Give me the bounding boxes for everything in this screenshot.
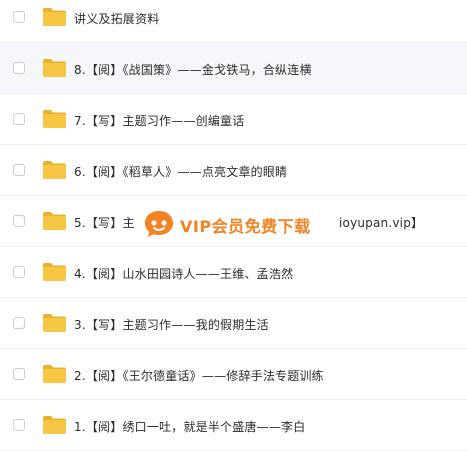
folder-icon bbox=[42, 364, 67, 384]
file-name[interactable]: 4.【阅】山水田园诗人——王维、孟浩然 bbox=[74, 265, 293, 282]
file-name[interactable]: 讲义及拓展资料 bbox=[74, 10, 159, 27]
list-item[interactable]: 1.【阅】绣口一吐，就是半个盛唐——李白 bbox=[0, 400, 467, 451]
file-name[interactable]: 1.【阅】绣口一吐，就是半个盛唐——李白 bbox=[74, 418, 305, 435]
list-item[interactable]: 7.【写】主题习作——创编童话 bbox=[0, 94, 467, 145]
folder-icon bbox=[42, 58, 67, 78]
row-checkbox[interactable] bbox=[13, 62, 25, 74]
list-item[interactable]: 3.【写】主题习作——我的假期生活 bbox=[0, 298, 467, 349]
file-name-suffix[interactable]: ioyupan.vip】 bbox=[339, 214, 423, 231]
file-name[interactable]: 7.【写】主题习作——创编童话 bbox=[74, 112, 244, 129]
file-name[interactable]: 8.【阅】《战国策》——金戈铁马，合纵连横 bbox=[74, 61, 312, 78]
folder-icon bbox=[42, 109, 67, 129]
folder-icon bbox=[42, 160, 67, 180]
folder-icon bbox=[42, 262, 67, 282]
folder-icon bbox=[42, 211, 67, 231]
watermark-text: VIP会员免费下载 bbox=[178, 213, 313, 237]
watermark: VIP会员免费下载 bbox=[143, 207, 333, 241]
file-name[interactable]: 2.【阅】《王尔德童话》——修辞手法专题训练 bbox=[74, 367, 324, 384]
list-item[interactable]: 6.【阅】《稻草人》——点亮文章的眼睛 bbox=[0, 145, 467, 196]
list-item[interactable]: 4.【阅】山水田园诗人——王维、孟浩然 bbox=[0, 247, 467, 298]
row-checkbox[interactable] bbox=[13, 113, 25, 125]
list-item[interactable]: 8.【阅】《战国策》——金戈铁马，合纵连横 bbox=[0, 43, 467, 94]
row-checkbox[interactable] bbox=[13, 266, 25, 278]
row-checkbox[interactable] bbox=[13, 368, 25, 380]
row-checkbox[interactable] bbox=[13, 317, 25, 329]
list-item[interactable]: 2.【阅】《王尔德童话》——修辞手法专题训练 bbox=[0, 349, 467, 400]
row-checkbox[interactable] bbox=[13, 164, 25, 176]
folder-icon bbox=[42, 7, 67, 27]
chat-bubble-logo-icon bbox=[143, 209, 175, 239]
folder-icon bbox=[42, 313, 67, 333]
row-checkbox[interactable] bbox=[13, 419, 25, 431]
file-name[interactable]: 3.【写】主题习作——我的假期生活 bbox=[74, 316, 269, 333]
file-name-prefix[interactable]: 5.【写】主 bbox=[74, 214, 135, 231]
file-name[interactable]: 6.【阅】《稻草人》——点亮文章的眼睛 bbox=[74, 163, 287, 180]
row-checkbox[interactable] bbox=[13, 215, 25, 227]
row-checkbox[interactable] bbox=[13, 11, 25, 23]
list-item[interactable]: 讲义及拓展资料 bbox=[0, 0, 467, 43]
folder-icon bbox=[42, 415, 67, 435]
